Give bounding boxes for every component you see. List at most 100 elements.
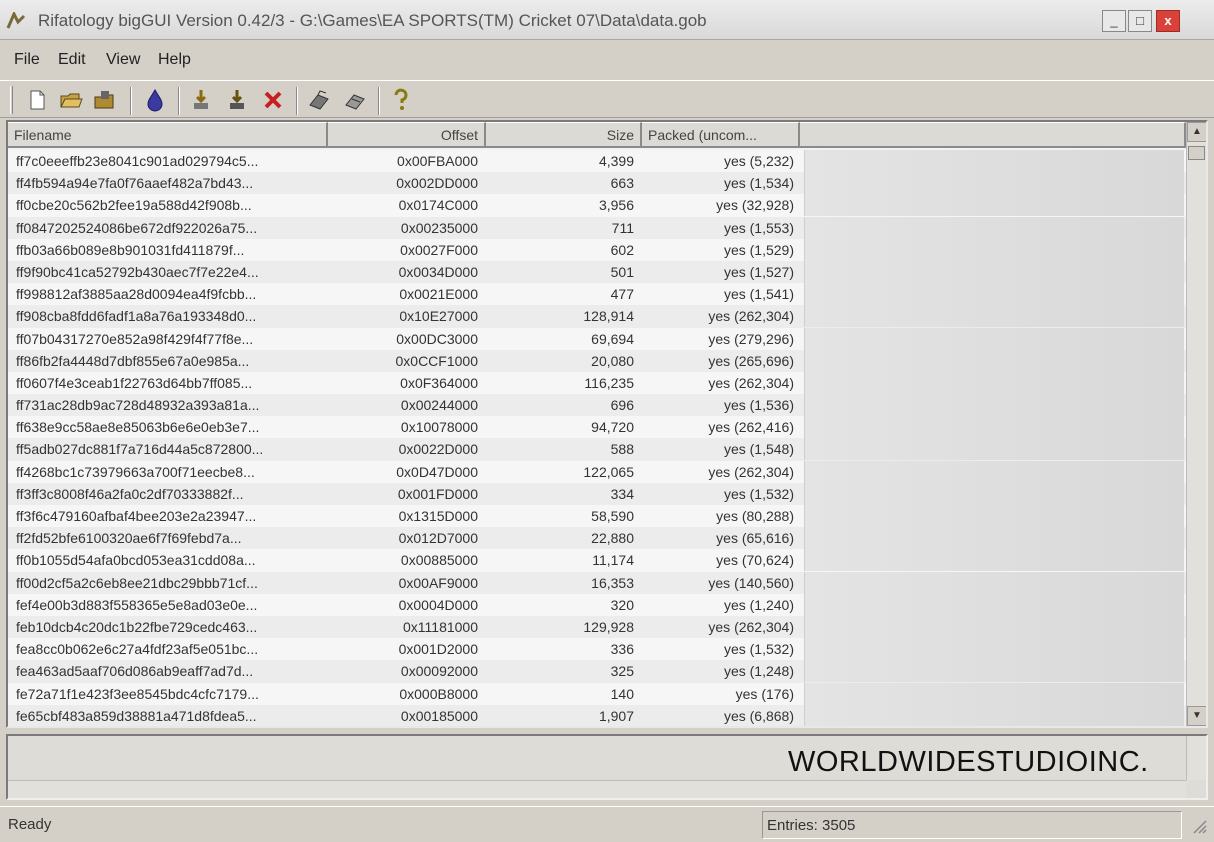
cell-empty <box>804 260 1184 283</box>
menu-view[interactable]: View <box>106 51 140 69</box>
cell-empty <box>804 283 1184 306</box>
scroll-up-icon[interactable]: ▲ <box>1187 122 1206 142</box>
minimize-button[interactable]: _ <box>1102 10 1126 32</box>
cell-filename: ff998812af3885aa28d0094ea4f9fcbb... <box>16 286 257 303</box>
table-row[interactable]: ff3ff3c8008f46a2fa0c2df70333882f... 0x001… <box>8 482 1186 505</box>
cell-size: 11,174 <box>592 552 634 569</box>
menu-bar: File Edit View Help <box>0 44 1214 76</box>
cell-size: 3,956 <box>598 197 634 214</box>
table-row[interactable]: ffb03a66b089e8b901031fd411879f... 0x0027F… <box>8 238 1186 261</box>
menu-edit[interactable]: Edit <box>58 51 86 69</box>
table-row[interactable]: ff998812af3885aa28d0094ea4f9fcbb... 0x002… <box>8 283 1186 306</box>
cell-packed: yes (262,304) <box>708 463 794 480</box>
table-row[interactable]: ff731ac28db9ac728d48932a393a81a... 0x0024… <box>8 394 1186 417</box>
cell-offset: 0x0034D000 <box>398 263 478 280</box>
cell-offset: 0x0027F000 <box>400 241 478 258</box>
new-file-icon[interactable] <box>24 87 50 113</box>
cell-offset: 0x0021E000 <box>399 286 478 303</box>
open-archive-icon[interactable] <box>92 87 118 113</box>
menu-help[interactable]: Help <box>158 51 191 69</box>
table-row[interactable]: ff86fb2fa4448d7dbf855e67a0e985a... 0x0CCF… <box>8 349 1186 372</box>
table-row[interactable]: ff07b04317270e852a98f429f4f77f8e... 0x00D… <box>8 327 1186 350</box>
cell-filename: ff9f90bc41ca52792b430aec7f7e22e4... <box>16 263 259 280</box>
cell-packed: yes (70,624) <box>716 552 794 569</box>
table-row[interactable]: fe65cbf483a859d38881a471d8fdea5... 0x0018… <box>8 704 1186 726</box>
cell-filename: ff0cbe20c562b2fee19a588d42f908b... <box>16 197 252 214</box>
cell-packed: yes (1,541) <box>723 286 794 303</box>
table-row[interactable]: ff0b1055d54afa0bcd053ea31cdd08a... 0x0088… <box>8 549 1186 572</box>
cell-packed: yes (279,296) <box>708 330 794 347</box>
table-row[interactable]: fef4e00b3d883f558365e5e8ad03e0e... 0x0004… <box>8 593 1186 616</box>
scroll-down-icon[interactable]: ▼ <box>1187 706 1206 726</box>
table-row[interactable]: ff00d2cf5a2c6eb8ee21dbc29bbb71cf... 0x00A… <box>8 571 1186 594</box>
table-row[interactable]: ff0cbe20c562b2fee19a588d42f908b... 0x0174… <box>8 194 1186 217</box>
cell-offset: 0x10E27000 <box>399 308 478 325</box>
cell-filename: ff0607f4e3ceab1f22763d64bb7ff085... <box>16 374 253 391</box>
cell-offset: 0x0004D000 <box>398 596 478 613</box>
cell-empty <box>804 416 1184 439</box>
table-row[interactable]: ff908cba8fdd6fadf1a8a76a193348d0... 0x10E… <box>8 305 1186 328</box>
cell-packed: yes (32,928) <box>716 197 794 214</box>
table-row[interactable]: ff3f6c479160afbaf4bee203e2a23947... 0x131… <box>8 505 1186 528</box>
pack-icon[interactable] <box>306 87 332 113</box>
cell-offset: 0x10078000 <box>400 419 478 436</box>
log-vertical-scrollbar[interactable] <box>1186 736 1206 780</box>
rebuild-icon[interactable] <box>342 87 368 113</box>
cell-offset: 0x0F364000 <box>400 374 478 391</box>
maximize-button[interactable]: □ <box>1128 10 1152 32</box>
table-row[interactable]: ff4268bc1c73979663a700f71eecbe8... 0x0D47… <box>8 460 1186 483</box>
drop-icon[interactable] <box>142 87 168 113</box>
cell-filename: ff3f6c479160afbaf4bee203e2a23947... <box>16 508 257 524</box>
open-folder-icon[interactable] <box>58 87 84 113</box>
cell-offset: 0x000B8000 <box>399 685 478 702</box>
file-list[interactable]: Filename Offset Size Packed (uncom... ff… <box>6 120 1208 728</box>
help-icon[interactable] <box>388 87 414 113</box>
resize-grip-icon[interactable] <box>1190 817 1208 835</box>
column-header-size[interactable]: Size <box>486 122 642 148</box>
table-row[interactable]: ff7c0eeeffb23e8041c901ad029794c5... 0x00F… <box>8 150 1186 173</box>
cell-size: 122,065 <box>583 463 634 480</box>
title-bar[interactable]: Rifatology bigGUI Version 0.42/3 - G:\Ga… <box>0 0 1214 40</box>
cell-offset: 0x001D2000 <box>398 641 478 658</box>
table-row[interactable]: ff2fd52bfe6100320ae6f7f69febd7a... 0x012D… <box>8 527 1186 550</box>
column-header-filename[interactable]: Filename <box>8 122 328 148</box>
table-row[interactable]: feb10dcb4c20dc1b22fbe729cedc463... 0x1118… <box>8 615 1186 639</box>
log-pane[interactable]: WORLDWIDESTUDIOINC. <box>6 734 1208 800</box>
table-row[interactable]: ff638e9cc58ae8e85063b6e6e0eb3e7... 0x1007… <box>8 416 1186 439</box>
table-row[interactable]: fea463ad5aaf706d086ab9eaff7ad7d... 0x0009… <box>8 660 1186 683</box>
cell-empty <box>804 172 1184 195</box>
table-row[interactable]: ff5adb027dc881f7a716d44a5c872800... 0x002… <box>8 438 1186 461</box>
toolbar-grip[interactable] <box>10 86 13 114</box>
cell-packed: yes (1,248) <box>723 663 794 680</box>
cell-empty <box>804 527 1184 550</box>
table-row[interactable]: ff9f90bc41ca52792b430aec7f7e22e4... 0x003… <box>8 260 1186 284</box>
cell-packed: yes (140,560) <box>708 574 794 591</box>
close-button[interactable]: x <box>1156 10 1180 32</box>
toolbar-separator <box>130 87 132 115</box>
cell-filename: ff00d2cf5a2c6eb8ee21dbc29bbb71cf... <box>16 574 258 591</box>
table-row[interactable]: fea8cc0b062e6c27a4fdf23af5e051bc... 0x001… <box>8 638 1186 661</box>
table-row[interactable]: fe72a71f1e423f3ee8545bdc4cfc7179... 0x000… <box>8 682 1186 705</box>
column-header-packed[interactable]: Packed (uncom... <box>642 122 800 148</box>
cell-packed: yes (1,527) <box>723 263 794 280</box>
table-row[interactable]: ff0847202524086be672df922026a75... 0x0023… <box>8 216 1186 239</box>
menu-file[interactable]: File <box>14 51 40 69</box>
cell-packed: yes (265,696) <box>708 352 794 369</box>
column-header-offset[interactable]: Offset <box>328 122 486 148</box>
cell-packed: yes (80,288) <box>716 508 794 524</box>
column-header-empty <box>800 122 1186 148</box>
cell-packed: yes (1,240) <box>723 596 794 613</box>
delete-icon[interactable] <box>260 87 286 113</box>
vertical-scrollbar[interactable]: ▲ ▼ <box>1186 122 1206 726</box>
cell-size: 116,235 <box>584 374 634 391</box>
scroll-thumb[interactable] <box>1188 146 1205 160</box>
cell-size: 69,694 <box>591 330 634 347</box>
cell-size: 320 <box>610 596 634 613</box>
extract-all-icon[interactable] <box>224 87 250 113</box>
log-horizontal-scrollbar[interactable] <box>8 780 1186 798</box>
table-row[interactable]: ff4fb594a94e7fa0f76aaef482a7bd43... 0x002… <box>8 172 1186 195</box>
cell-empty <box>804 704 1184 726</box>
table-row[interactable]: ff0607f4e3ceab1f22763d64bb7ff085... 0x0F3… <box>8 371 1186 395</box>
app-icon <box>6 10 26 30</box>
extract-icon[interactable] <box>188 87 214 113</box>
